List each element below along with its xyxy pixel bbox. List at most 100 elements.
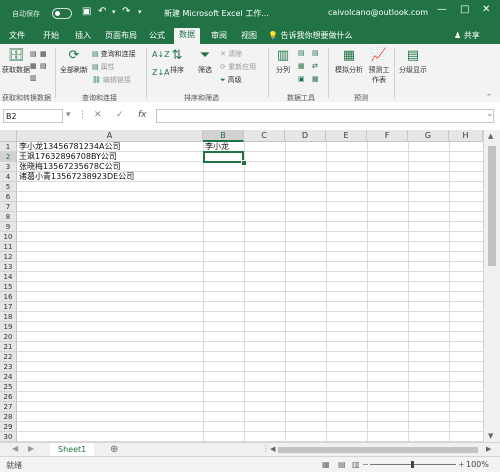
row-header[interactable]: 3 bbox=[0, 162, 17, 172]
from-text-icon[interactable]: ▤ bbox=[30, 50, 37, 58]
properties-button[interactable]: ▤ 属性 bbox=[92, 62, 115, 72]
row-header[interactable]: 9 bbox=[0, 222, 17, 232]
row-header[interactable]: 27 bbox=[0, 402, 17, 412]
existing-connections-icon[interactable]: ▤ bbox=[40, 62, 47, 70]
text-to-columns-button[interactable]: ▥ 分列 bbox=[272, 48, 294, 75]
tab-file[interactable]: 文件 bbox=[4, 29, 30, 42]
row-header[interactable]: 5 bbox=[0, 182, 17, 192]
advanced-button[interactable]: ⏷ 高级 bbox=[220, 75, 242, 85]
formula-bar-options-icon[interactable]: ⋮ bbox=[78, 110, 87, 120]
name-box-dropdown-icon[interactable]: ▾ bbox=[66, 110, 71, 120]
select-all-corner[interactable] bbox=[0, 130, 17, 142]
clear-button[interactable]: ✕ 清除 bbox=[220, 49, 242, 59]
cell-a1[interactable]: 李小龙13456781234A公司 bbox=[19, 142, 120, 152]
row-header[interactable]: 23 bbox=[0, 362, 17, 372]
what-if-analysis-button[interactable]: ▦ 模拟分析 bbox=[332, 48, 366, 75]
scroll-up-icon[interactable]: ▲ bbox=[488, 132, 493, 140]
row-header[interactable]: 30 bbox=[0, 432, 17, 442]
fill-handle[interactable] bbox=[241, 160, 247, 166]
queries-connections-button[interactable]: ▤ 查询和连接 bbox=[92, 49, 136, 59]
zoom-level[interactable]: 100% bbox=[466, 460, 489, 469]
save-icon[interactable]: ▣ bbox=[82, 6, 91, 17]
row-header[interactable]: 18 bbox=[0, 312, 17, 322]
row-header[interactable]: 13 bbox=[0, 262, 17, 272]
vertical-scrollbar[interactable]: ▲ ▼ bbox=[483, 130, 500, 442]
reapply-button[interactable]: ⟳ 重新应用 bbox=[220, 62, 256, 72]
recent-sources-icon[interactable]: ▦ bbox=[40, 50, 47, 58]
row-header[interactable]: 19 bbox=[0, 322, 17, 332]
refresh-all-button[interactable]: ⟳ 全部刷新 bbox=[58, 48, 90, 75]
row-header[interactable]: 4 bbox=[0, 172, 17, 182]
insert-function-icon[interactable]: fx bbox=[138, 110, 147, 120]
undo-dropdown-icon[interactable]: ▾ bbox=[112, 8, 116, 16]
horizontal-scrollbar[interactable] bbox=[278, 447, 478, 453]
row-header[interactable]: 10 bbox=[0, 232, 17, 242]
row-header[interactable]: 1 bbox=[0, 142, 17, 152]
scroll-right-icon[interactable]: ▶ bbox=[486, 445, 491, 453]
collapse-ribbon-icon[interactable]: ⌃ bbox=[486, 93, 492, 101]
tab-home[interactable]: 开始 bbox=[38, 29, 64, 42]
column-header-g[interactable]: G bbox=[408, 130, 449, 142]
tab-insert[interactable]: 插入 bbox=[70, 29, 96, 42]
row-header[interactable]: 11 bbox=[0, 242, 17, 252]
row-header[interactable]: 24 bbox=[0, 372, 17, 382]
zoom-slider-knob[interactable] bbox=[411, 461, 414, 468]
edit-links-button[interactable]: ⛓ 编辑链接 bbox=[92, 75, 131, 85]
share-button[interactable]: ♟ 共享 bbox=[454, 30, 480, 41]
from-web-icon[interactable]: ▦ bbox=[30, 62, 37, 70]
from-table-icon[interactable]: ▥ bbox=[30, 74, 37, 82]
row-header[interactable]: 29 bbox=[0, 422, 17, 432]
customize-qat-icon[interactable]: ▾ bbox=[138, 8, 142, 16]
enter-icon[interactable]: ✓ bbox=[116, 110, 124, 120]
account-name[interactable]: caivolcano@outlook.com bbox=[328, 8, 428, 17]
autosave-toggle[interactable] bbox=[52, 8, 72, 19]
scroll-down-icon[interactable]: ▼ bbox=[488, 432, 493, 440]
row-header[interactable]: 26 bbox=[0, 392, 17, 402]
row-header[interactable]: 7 bbox=[0, 202, 17, 212]
row-header[interactable]: 2 bbox=[0, 152, 17, 162]
column-header-h[interactable]: H bbox=[449, 130, 483, 142]
redo-icon[interactable]: ↷ bbox=[122, 6, 130, 17]
row-header[interactable]: 21 bbox=[0, 342, 17, 352]
zoom-out-icon[interactable]: − bbox=[362, 460, 369, 469]
undo-icon[interactable]: ↶ bbox=[98, 6, 106, 17]
row-header[interactable]: 17 bbox=[0, 302, 17, 312]
name-box[interactable]: B2 bbox=[3, 109, 63, 123]
cell-area[interactable] bbox=[17, 142, 483, 442]
remove-duplicates-icon[interactable]: ▦ bbox=[298, 62, 305, 70]
row-header[interactable]: 6 bbox=[0, 192, 17, 202]
consolidate-icon[interactable]: ▤ bbox=[312, 49, 319, 57]
cell-a2[interactable]: 王飒17632896708BY公司 bbox=[19, 152, 117, 162]
active-cell-b2[interactable] bbox=[203, 151, 244, 163]
cell-a4[interactable]: 诸葛小青13567238923DE公司 bbox=[19, 172, 134, 182]
row-header[interactable]: 8 bbox=[0, 212, 17, 222]
get-data-button[interactable]: 🗄 获取数据 bbox=[2, 48, 30, 75]
tab-split-icon[interactable]: ⋮ bbox=[262, 444, 270, 453]
vertical-scroll-thumb[interactable] bbox=[488, 146, 496, 266]
flash-fill-icon[interactable]: ▤ bbox=[298, 49, 305, 57]
normal-view-icon[interactable]: ▦ bbox=[322, 460, 330, 469]
sort-button[interactable]: ⇅ 排序 bbox=[166, 48, 188, 75]
page-layout-view-icon[interactable]: ▤ bbox=[338, 460, 346, 469]
add-sheet-button[interactable]: ⊕ bbox=[110, 444, 118, 455]
column-header-b[interactable]: B bbox=[203, 130, 244, 142]
tab-review[interactable]: 审阅 bbox=[206, 29, 232, 42]
page-break-view-icon[interactable]: ▥ bbox=[352, 460, 360, 469]
scroll-left-icon[interactable]: ◀ bbox=[270, 445, 275, 453]
tab-data[interactable]: 数据 bbox=[174, 28, 200, 44]
row-header[interactable]: 15 bbox=[0, 282, 17, 292]
tab-page-layout[interactable]: 页面布局 bbox=[100, 29, 142, 42]
data-model-icon[interactable]: ▦ bbox=[312, 75, 319, 83]
tab-formulas[interactable]: 公式 bbox=[144, 29, 170, 42]
column-header-d[interactable]: D bbox=[285, 130, 326, 142]
column-header-e[interactable]: E bbox=[326, 130, 367, 142]
tab-view[interactable]: 视图 bbox=[236, 29, 262, 42]
column-header-c[interactable]: C bbox=[244, 130, 285, 142]
formula-input[interactable] bbox=[156, 109, 494, 123]
maximize-button[interactable]: □ bbox=[460, 4, 469, 15]
row-header[interactable]: 28 bbox=[0, 412, 17, 422]
column-header-f[interactable]: F bbox=[367, 130, 408, 142]
row-header[interactable]: 20 bbox=[0, 332, 17, 342]
row-header[interactable]: 25 bbox=[0, 382, 17, 392]
row-header[interactable]: 22 bbox=[0, 352, 17, 362]
